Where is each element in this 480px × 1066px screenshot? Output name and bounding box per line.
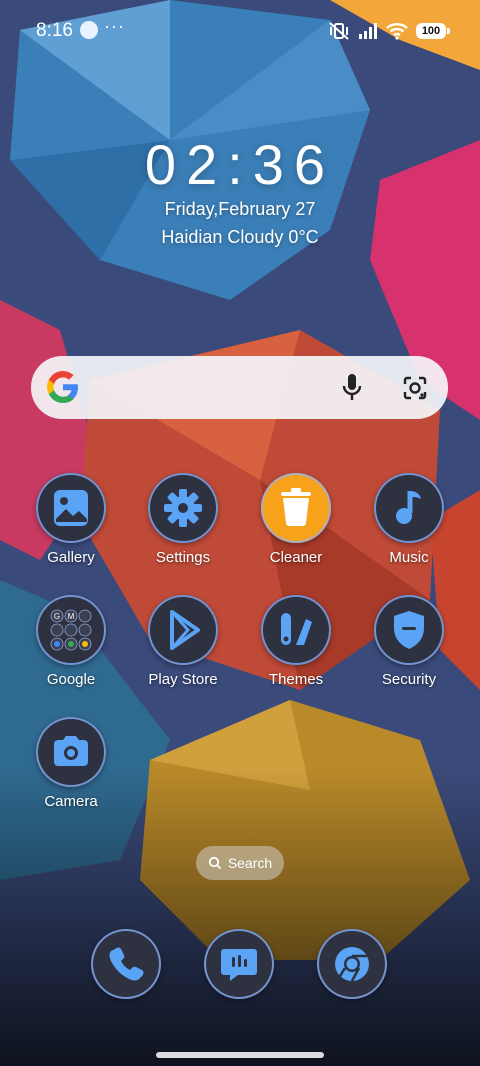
home-indicator[interactable] — [156, 1052, 324, 1058]
app-music[interactable]: Music — [354, 473, 464, 566]
more-notifications-icon: ··· — [104, 16, 125, 36]
app-search-button[interactable]: Search — [196, 846, 284, 880]
google-logo-icon — [47, 371, 78, 403]
clock-time[interactable]: 02:36 — [0, 132, 480, 197]
status-bar: 8:16 ··· 100 — [0, 0, 480, 60]
app-gallery[interactable]: Gallery — [16, 473, 126, 566]
app-google-folder[interactable]: G M Google — [16, 595, 126, 688]
dock-phone[interactable] — [91, 929, 161, 999]
vibrate-mute-icon — [329, 22, 349, 40]
app-label: Gallery — [47, 549, 95, 566]
app-label: Google — [46, 671, 96, 688]
app-label: Security — [381, 671, 437, 688]
themes-icon — [261, 595, 331, 665]
app-cleaner[interactable]: Cleaner — [241, 473, 351, 566]
app-notification-icon — [80, 21, 98, 39]
app-search-label: Search — [227, 855, 273, 871]
status-time: 8:16 — [36, 20, 73, 41]
app-label: Settings — [155, 549, 211, 566]
status-icons: 100 — [328, 20, 450, 42]
phone-icon — [109, 947, 144, 981]
weather-info[interactable]: Haidian Cloudy 0°C — [0, 227, 480, 248]
app-label: Play Store — [148, 671, 218, 688]
gallery-icon — [36, 473, 106, 543]
app-label: Music — [389, 549, 429, 566]
shield-icon — [374, 595, 444, 665]
dock-messages[interactable] — [204, 929, 274, 999]
app-security[interactable]: Security — [354, 595, 464, 688]
play-store-icon — [148, 595, 218, 665]
app-play-store[interactable]: Play Store — [128, 595, 238, 688]
search-icon — [208, 856, 221, 870]
camera-icon — [36, 717, 106, 787]
wifi-icon — [386, 23, 408, 40]
google-lens-icon[interactable] — [401, 374, 429, 402]
signal-icon — [359, 23, 377, 39]
app-camera[interactable]: Camera — [16, 717, 126, 810]
battery-icon: 100 — [416, 23, 450, 39]
music-note-icon — [374, 473, 444, 543]
google-search-widget[interactable] — [31, 356, 448, 419]
app-label: Cleaner — [269, 549, 323, 566]
messages-icon — [221, 949, 257, 981]
dock-chrome[interactable] — [317, 929, 387, 999]
microphone-icon[interactable] — [339, 372, 365, 402]
app-label: Camera — [44, 793, 98, 810]
clock-date[interactable]: Friday,February 27 — [0, 199, 480, 220]
svg-text:G: G — [54, 612, 60, 621]
gear-icon — [148, 473, 218, 543]
svg-text:M: M — [68, 612, 75, 621]
chrome-icon — [335, 947, 369, 982]
google-folder-icon: G M — [36, 595, 106, 665]
app-label: Themes — [268, 671, 324, 688]
trash-icon — [261, 473, 331, 543]
app-themes[interactable]: Themes — [241, 595, 351, 688]
app-settings[interactable]: Settings — [128, 473, 238, 566]
